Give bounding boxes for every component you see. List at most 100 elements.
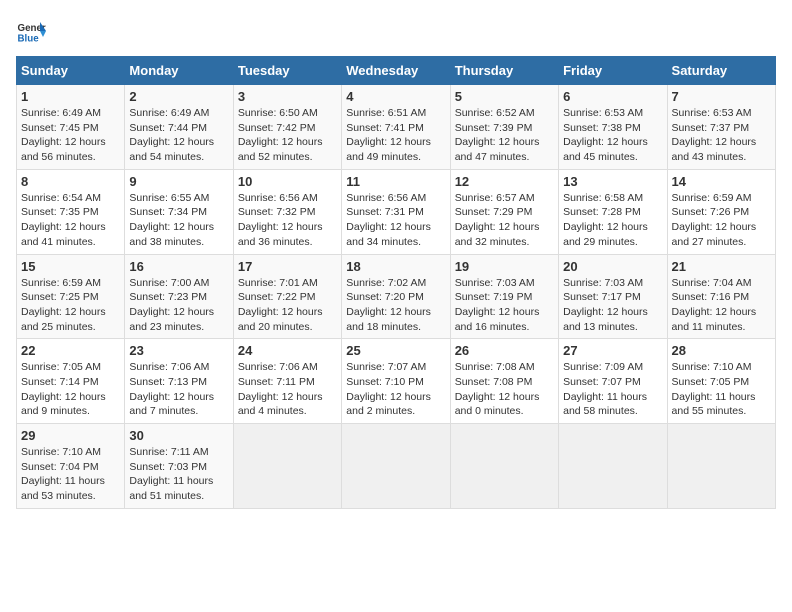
calendar-cell: 28 Sunrise: 7:10 AM Sunset: 7:05 PM Dayl…: [667, 339, 775, 424]
day-number: 22: [21, 343, 120, 358]
header-wednesday: Wednesday: [342, 57, 450, 85]
calendar-cell: 24 Sunrise: 7:06 AM Sunset: 7:11 PM Dayl…: [233, 339, 341, 424]
day-info: Sunrise: 6:56 AM Sunset: 7:32 PM Dayligh…: [238, 191, 337, 250]
day-number: 5: [455, 89, 554, 104]
calendar-cell: 8 Sunrise: 6:54 AM Sunset: 7:35 PM Dayli…: [17, 169, 125, 254]
day-number: 24: [238, 343, 337, 358]
day-number: 20: [563, 259, 662, 274]
day-number: 12: [455, 174, 554, 189]
svg-text:Blue: Blue: [18, 34, 40, 45]
day-number: 13: [563, 174, 662, 189]
calendar-week-row: 1 Sunrise: 6:49 AM Sunset: 7:45 PM Dayli…: [17, 85, 776, 170]
day-number: 15: [21, 259, 120, 274]
day-number: 28: [672, 343, 771, 358]
day-info: Sunrise: 7:09 AM Sunset: 7:07 PM Dayligh…: [563, 360, 662, 419]
calendar-cell: 14 Sunrise: 6:59 AM Sunset: 7:26 PM Dayl…: [667, 169, 775, 254]
day-info: Sunrise: 7:08 AM Sunset: 7:08 PM Dayligh…: [455, 360, 554, 419]
header-friday: Friday: [559, 57, 667, 85]
calendar-cell: 6 Sunrise: 6:53 AM Sunset: 7:38 PM Dayli…: [559, 85, 667, 170]
day-number: 1: [21, 89, 120, 104]
day-number: 8: [21, 174, 120, 189]
day-info: Sunrise: 6:57 AM Sunset: 7:29 PM Dayligh…: [455, 191, 554, 250]
day-info: Sunrise: 7:10 AM Sunset: 7:05 PM Dayligh…: [672, 360, 771, 419]
calendar-cell: 17 Sunrise: 7:01 AM Sunset: 7:22 PM Dayl…: [233, 254, 341, 339]
calendar-cell: [233, 424, 341, 509]
day-number: 26: [455, 343, 554, 358]
day-number: 27: [563, 343, 662, 358]
day-info: Sunrise: 6:56 AM Sunset: 7:31 PM Dayligh…: [346, 191, 445, 250]
day-number: 11: [346, 174, 445, 189]
calendar-cell: [342, 424, 450, 509]
day-number: 29: [21, 428, 120, 443]
calendar-cell: 7 Sunrise: 6:53 AM Sunset: 7:37 PM Dayli…: [667, 85, 775, 170]
day-number: 7: [672, 89, 771, 104]
calendar-cell: 12 Sunrise: 6:57 AM Sunset: 7:29 PM Dayl…: [450, 169, 558, 254]
day-info: Sunrise: 6:49 AM Sunset: 7:44 PM Dayligh…: [129, 106, 228, 165]
day-number: 3: [238, 89, 337, 104]
calendar-week-row: 29 Sunrise: 7:10 AM Sunset: 7:04 PM Dayl…: [17, 424, 776, 509]
day-info: Sunrise: 7:07 AM Sunset: 7:10 PM Dayligh…: [346, 360, 445, 419]
day-info: Sunrise: 7:05 AM Sunset: 7:14 PM Dayligh…: [21, 360, 120, 419]
day-number: 17: [238, 259, 337, 274]
calendar-cell: 20 Sunrise: 7:03 AM Sunset: 7:17 PM Dayl…: [559, 254, 667, 339]
calendar-cell: 3 Sunrise: 6:50 AM Sunset: 7:42 PM Dayli…: [233, 85, 341, 170]
calendar-cell: 25 Sunrise: 7:07 AM Sunset: 7:10 PM Dayl…: [342, 339, 450, 424]
calendar-cell: [667, 424, 775, 509]
day-info: Sunrise: 6:52 AM Sunset: 7:39 PM Dayligh…: [455, 106, 554, 165]
calendar-cell: 1 Sunrise: 6:49 AM Sunset: 7:45 PM Dayli…: [17, 85, 125, 170]
day-info: Sunrise: 6:59 AM Sunset: 7:26 PM Dayligh…: [672, 191, 771, 250]
day-info: Sunrise: 6:54 AM Sunset: 7:35 PM Dayligh…: [21, 191, 120, 250]
logo: General Blue: [16, 16, 50, 46]
day-number: 10: [238, 174, 337, 189]
day-number: 4: [346, 89, 445, 104]
calendar-week-row: 8 Sunrise: 6:54 AM Sunset: 7:35 PM Dayli…: [17, 169, 776, 254]
day-info: Sunrise: 7:03 AM Sunset: 7:17 PM Dayligh…: [563, 276, 662, 335]
calendar-week-row: 15 Sunrise: 6:59 AM Sunset: 7:25 PM Dayl…: [17, 254, 776, 339]
calendar-cell: 10 Sunrise: 6:56 AM Sunset: 7:32 PM Dayl…: [233, 169, 341, 254]
calendar-cell: 13 Sunrise: 6:58 AM Sunset: 7:28 PM Dayl…: [559, 169, 667, 254]
calendar-cell: 16 Sunrise: 7:00 AM Sunset: 7:23 PM Dayl…: [125, 254, 233, 339]
day-info: Sunrise: 7:06 AM Sunset: 7:13 PM Dayligh…: [129, 360, 228, 419]
day-number: 25: [346, 343, 445, 358]
header-tuesday: Tuesday: [233, 57, 341, 85]
calendar-cell: [559, 424, 667, 509]
header-saturday: Saturday: [667, 57, 775, 85]
day-info: Sunrise: 7:02 AM Sunset: 7:20 PM Dayligh…: [346, 276, 445, 335]
calendar-cell: 15 Sunrise: 6:59 AM Sunset: 7:25 PM Dayl…: [17, 254, 125, 339]
calendar-cell: 26 Sunrise: 7:08 AM Sunset: 7:08 PM Dayl…: [450, 339, 558, 424]
calendar-cell: 29 Sunrise: 7:10 AM Sunset: 7:04 PM Dayl…: [17, 424, 125, 509]
day-info: Sunrise: 7:06 AM Sunset: 7:11 PM Dayligh…: [238, 360, 337, 419]
day-info: Sunrise: 6:51 AM Sunset: 7:41 PM Dayligh…: [346, 106, 445, 165]
calendar-cell: 18 Sunrise: 7:02 AM Sunset: 7:20 PM Dayl…: [342, 254, 450, 339]
calendar-cell: 5 Sunrise: 6:52 AM Sunset: 7:39 PM Dayli…: [450, 85, 558, 170]
day-number: 21: [672, 259, 771, 274]
day-number: 19: [455, 259, 554, 274]
calendar-header-row: SundayMondayTuesdayWednesdayThursdayFrid…: [17, 57, 776, 85]
day-info: Sunrise: 7:10 AM Sunset: 7:04 PM Dayligh…: [21, 445, 120, 504]
day-info: Sunrise: 6:58 AM Sunset: 7:28 PM Dayligh…: [563, 191, 662, 250]
day-number: 9: [129, 174, 228, 189]
logo-icon: General Blue: [16, 16, 46, 46]
calendar-cell: 2 Sunrise: 6:49 AM Sunset: 7:44 PM Dayli…: [125, 85, 233, 170]
header-sunday: Sunday: [17, 57, 125, 85]
day-info: Sunrise: 7:01 AM Sunset: 7:22 PM Dayligh…: [238, 276, 337, 335]
day-number: 6: [563, 89, 662, 104]
day-number: 2: [129, 89, 228, 104]
calendar-cell: 21 Sunrise: 7:04 AM Sunset: 7:16 PM Dayl…: [667, 254, 775, 339]
calendar-cell: 30 Sunrise: 7:11 AM Sunset: 7:03 PM Dayl…: [125, 424, 233, 509]
calendar-cell: 11 Sunrise: 6:56 AM Sunset: 7:31 PM Dayl…: [342, 169, 450, 254]
day-info: Sunrise: 6:59 AM Sunset: 7:25 PM Dayligh…: [21, 276, 120, 335]
calendar-cell: 4 Sunrise: 6:51 AM Sunset: 7:41 PM Dayli…: [342, 85, 450, 170]
day-number: 18: [346, 259, 445, 274]
day-number: 30: [129, 428, 228, 443]
calendar-cell: 9 Sunrise: 6:55 AM Sunset: 7:34 PM Dayli…: [125, 169, 233, 254]
day-number: 14: [672, 174, 771, 189]
calendar-cell: 19 Sunrise: 7:03 AM Sunset: 7:19 PM Dayl…: [450, 254, 558, 339]
day-info: Sunrise: 7:11 AM Sunset: 7:03 PM Dayligh…: [129, 445, 228, 504]
header-monday: Monday: [125, 57, 233, 85]
calendar-cell: 27 Sunrise: 7:09 AM Sunset: 7:07 PM Dayl…: [559, 339, 667, 424]
day-number: 23: [129, 343, 228, 358]
day-number: 16: [129, 259, 228, 274]
header-thursday: Thursday: [450, 57, 558, 85]
day-info: Sunrise: 7:00 AM Sunset: 7:23 PM Dayligh…: [129, 276, 228, 335]
